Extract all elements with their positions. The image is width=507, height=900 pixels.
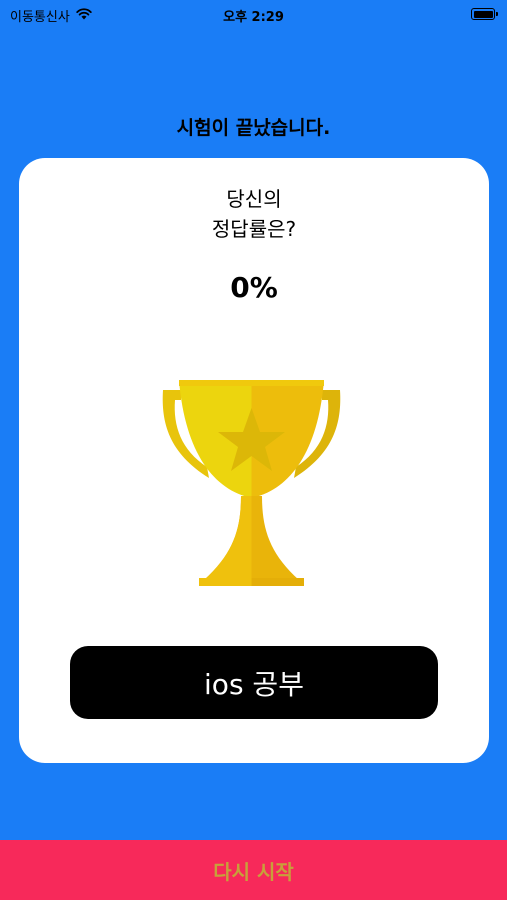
battery-icon xyxy=(471,8,498,20)
restart-button[interactable]: 다시 시작 xyxy=(0,840,507,900)
result-card: 당신의 정답률은? 0% ios 공부 xyxy=(19,158,489,763)
subject-button[interactable]: ios 공부 xyxy=(70,646,438,719)
trophy-icon xyxy=(159,368,344,588)
question-text: 당신의 정답률은? xyxy=(211,187,297,241)
page-title: 시험이 끝났습니다. xyxy=(176,117,331,139)
status-bar: 이동통신사 오후 2:29 xyxy=(0,0,507,30)
correct-rate: 0% xyxy=(230,271,278,304)
clock: 오후 2:29 xyxy=(223,10,284,25)
